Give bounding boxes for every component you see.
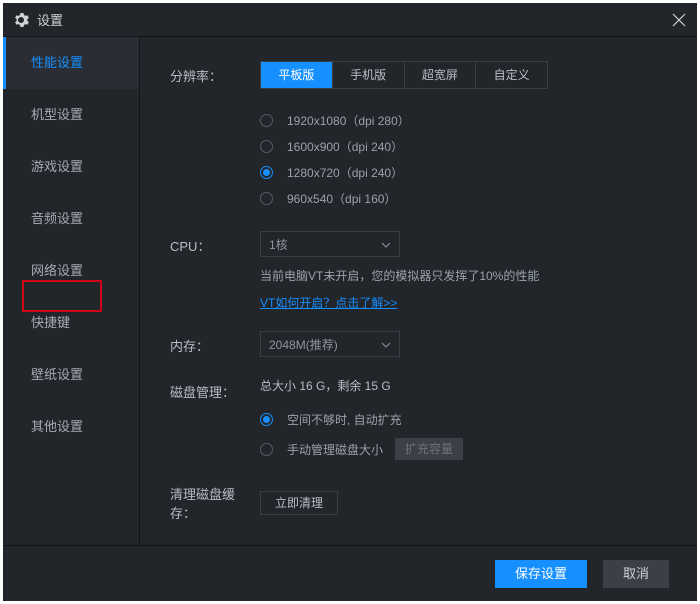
memory-value: 2048M(推荐) [269, 336, 338, 353]
resolution-tabs: 平板版 手机版 超宽屏 自定义 [260, 61, 548, 89]
resolution-label: 分辨率： [170, 61, 260, 85]
sidebar-item-wallpaper[interactable]: 壁纸设置 [3, 349, 139, 401]
memory-select[interactable]: 2048M(推荐) [260, 331, 400, 357]
chevron-down-icon [381, 237, 391, 251]
sidebar-item-game[interactable]: 游戏设置 [3, 141, 139, 193]
tab-ultrawide[interactable]: 超宽屏 [405, 62, 477, 88]
radio-icon [260, 413, 273, 426]
settings-window: 设置 性能设置 机型设置 游戏设置 音频设置 网络设置 快捷键 壁纸设置 其他设… [3, 3, 697, 601]
resolution-row: 分辨率： 平板版 手机版 超宽屏 自定义 1920x1080（dpi 280） … [170, 61, 667, 211]
tab-phone[interactable]: 手机版 [333, 62, 405, 88]
save-button[interactable]: 保存设置 [495, 560, 587, 588]
resolution-option-1920[interactable]: 1920x1080（dpi 280） [260, 107, 667, 133]
content-panel: 分辨率： 平板版 手机版 超宽屏 自定义 1920x1080（dpi 280） … [139, 37, 697, 545]
resolution-option-1600[interactable]: 1600x900（dpi 240） [260, 133, 667, 159]
memory-label: 内存： [170, 331, 260, 355]
cpu-row: CPU： 1核 当前电脑VT未开启，您的模拟器只发挥了10%的性能 VT如何开启… [170, 231, 667, 311]
tab-tablet[interactable]: 平板版 [261, 62, 333, 88]
resolution-option-960[interactable]: 960x540（dpi 160） [260, 185, 667, 211]
sidebar: 性能设置 机型设置 游戏设置 音频设置 网络设置 快捷键 壁纸设置 其他设置 [3, 37, 139, 545]
disk-option-manual[interactable]: 手动管理磁盘大小扩充容量 [260, 434, 667, 464]
cancel-button[interactable]: 取消 [603, 560, 669, 588]
cpu-select[interactable]: 1核 [260, 231, 400, 257]
cache-label: 清理磁盘缓存： [170, 484, 260, 522]
cache-row: 清理磁盘缓存： 立即清理 [170, 484, 667, 522]
window-title: 设置 [37, 10, 671, 29]
close-button[interactable] [671, 12, 687, 28]
sidebar-item-performance[interactable]: 性能设置 [3, 37, 139, 89]
sidebar-item-hotkeys[interactable]: 快捷键 [3, 297, 139, 349]
chevron-down-icon [381, 337, 391, 351]
radio-icon [260, 140, 273, 153]
clear-cache-button[interactable]: 立即清理 [260, 491, 338, 515]
titlebar: 设置 [3, 3, 697, 37]
disk-row: 磁盘管理： 总大小 16 G，剩余 15 G 空间不够时, 自动扩充 手动管理磁… [170, 377, 667, 464]
disk-label: 磁盘管理： [170, 377, 260, 401]
sidebar-item-other[interactable]: 其他设置 [3, 401, 139, 453]
resolution-option-1280[interactable]: 1280x720（dpi 240） [260, 159, 667, 185]
sidebar-item-network[interactable]: 网络设置 [3, 245, 139, 297]
tab-custom[interactable]: 自定义 [476, 62, 547, 88]
disk-status: 总大小 16 G，剩余 15 G [260, 377, 667, 394]
radio-icon [260, 443, 273, 456]
disk-options: 空间不够时, 自动扩充 手动管理磁盘大小扩充容量 [260, 404, 667, 464]
radio-icon [260, 166, 273, 179]
expand-button: 扩充容量 [395, 438, 463, 460]
resolution-options: 1920x1080（dpi 280） 1600x900（dpi 240） 128… [260, 107, 667, 211]
gear-icon [13, 12, 29, 28]
radio-icon [260, 192, 273, 205]
memory-row: 内存： 2048M(推荐) [170, 331, 667, 357]
radio-icon [260, 114, 273, 127]
footer: 保存设置 取消 [3, 545, 697, 601]
disk-option-auto[interactable]: 空间不够时, 自动扩充 [260, 404, 667, 434]
sidebar-item-audio[interactable]: 音频设置 [3, 193, 139, 245]
cpu-hint: 当前电脑VT未开启，您的模拟器只发挥了10%的性能 [260, 267, 667, 284]
cpu-value: 1核 [269, 236, 288, 253]
vt-link[interactable]: VT如何开启？点击了解>> [260, 296, 397, 310]
sidebar-item-device[interactable]: 机型设置 [3, 89, 139, 141]
cpu-label: CPU： [170, 231, 260, 255]
